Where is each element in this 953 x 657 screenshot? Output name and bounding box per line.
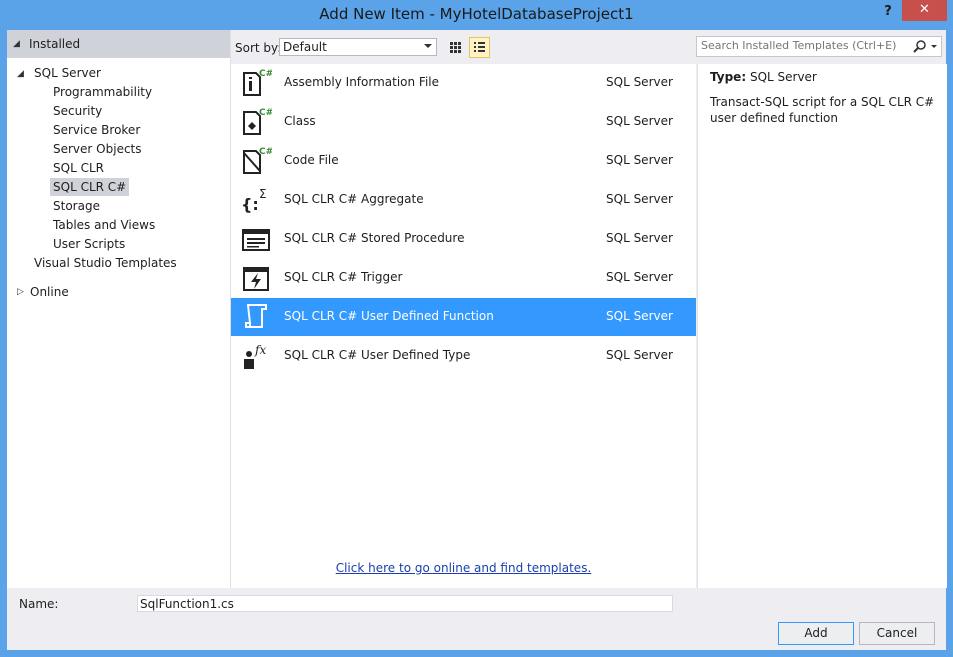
template-list: C# Assembly Information File SQL Server … <box>231 64 696 588</box>
add-new-item-dialog: Add New Item - MyHotelDatabaseProject1 ?… <box>0 0 953 657</box>
tree-item-sql-server[interactable]: SQL Server <box>31 64 104 82</box>
item-category: SQL Server <box>606 270 673 284</box>
grid-view-icon <box>450 42 461 53</box>
item-category: SQL Server <box>606 231 673 245</box>
list-item[interactable]: C# Assembly Information File SQL Server <box>231 64 696 102</box>
tree-item-storage[interactable]: Storage <box>50 197 103 215</box>
list-item[interactable]: C# Code File SQL Server <box>231 142 696 180</box>
tree-item-visual-studio-templates[interactable]: Visual Studio Templates <box>31 254 180 272</box>
expanded-triangle-icon[interactable]: ◢ <box>17 69 24 79</box>
svg-text:C#: C# <box>259 108 272 118</box>
tree-item-sql-clr[interactable]: SQL CLR <box>50 159 107 177</box>
tree-item-server-objects[interactable]: Server Objects <box>50 140 145 158</box>
svg-text:Σ: Σ <box>259 187 267 201</box>
expanded-triangle-icon[interactable]: ◢ <box>13 39 20 49</box>
list-view-icon <box>474 42 485 52</box>
sort-by-value: Default <box>283 40 327 54</box>
item-category: SQL Server <box>606 192 673 206</box>
name-input[interactable] <box>137 595 673 612</box>
class-icon: C# <box>243 108 272 135</box>
tree-item-security[interactable]: Security <box>50 102 105 120</box>
svg-text:fx: fx <box>254 343 266 357</box>
item-name: Code File <box>284 153 339 167</box>
list-item[interactable]: SQL CLR C# Stored Procedure SQL Server <box>231 220 696 258</box>
list-item[interactable]: C# Class SQL Server <box>231 103 696 141</box>
item-name: Assembly Information File <box>284 75 440 89</box>
tree-item-tables-and-views[interactable]: Tables and Views <box>50 216 158 234</box>
user-defined-type-icon: fx <box>244 343 266 369</box>
item-category: SQL Server <box>606 75 673 89</box>
search-box[interactable] <box>696 36 942 57</box>
item-name: SQL CLR C# User Defined Type <box>284 348 471 362</box>
window-title: Add New Item - MyHotelDatabaseProject1 <box>319 5 634 23</box>
list-item[interactable]: {: Σ SQL CLR C# Aggregate SQL Server <box>231 181 696 219</box>
user-defined-function-icon <box>245 304 267 328</box>
details-view-button[interactable] <box>469 37 490 58</box>
sort-by-label: Sort by: <box>235 41 282 55</box>
trigger-icon <box>243 267 269 291</box>
svg-text:C#: C# <box>259 147 272 157</box>
type-line: Type: SQL Server <box>710 70 817 84</box>
title-bar[interactable]: Add New Item - MyHotelDatabaseProject1 ?… <box>0 0 953 30</box>
close-button[interactable]: ✕ <box>902 0 947 21</box>
item-category: SQL Server <box>606 114 673 128</box>
sort-by-dropdown[interactable]: Default <box>279 38 437 56</box>
aggregate-icon: {: Σ <box>241 187 267 214</box>
type-value: SQL Server <box>749 70 817 84</box>
medium-icons-view-button[interactable] <box>445 37 466 58</box>
tree-item-service-broker[interactable]: Service Broker <box>50 121 143 139</box>
search-input[interactable] <box>701 39 901 52</box>
tree-item-programmability[interactable]: Programmability <box>50 83 155 101</box>
list-item[interactable]: fx SQL CLR C# User Defined Type SQL Serv… <box>231 337 696 375</box>
code-file-icon: C# <box>243 147 272 174</box>
item-name: SQL CLR C# Trigger <box>284 270 403 284</box>
name-label: Name: <box>19 597 59 611</box>
svg-text:{:: {: <box>241 195 259 214</box>
svg-text:C#: C# <box>259 69 272 79</box>
dialog-body: ◢ Installed ◢ SQL Server Programmability… <box>7 30 947 650</box>
tree-item-online[interactable]: Online <box>27 283 72 301</box>
assembly-info-icon: C# <box>243 69 272 96</box>
stored-procedure-icon <box>242 229 270 251</box>
tree-item-sql-clr-csharp[interactable]: SQL CLR C# <box>50 178 130 196</box>
installed-label: Installed <box>29 37 81 51</box>
item-name: SQL CLR C# Aggregate <box>284 192 424 206</box>
item-name: Class <box>284 114 316 128</box>
add-button[interactable]: Add <box>778 622 854 645</box>
item-category: SQL Server <box>606 348 673 362</box>
template-tree: ◢ Installed ◢ SQL Server Programmability… <box>7 30 231 588</box>
item-category: SQL Server <box>606 153 673 167</box>
collapsed-triangle-icon[interactable]: ▷ <box>17 287 24 297</box>
installed-node[interactable]: ◢ Installed <box>7 30 230 58</box>
search-icon[interactable] <box>913 40 927 54</box>
dropdown-arrow-icon <box>424 44 432 48</box>
type-label: Type: <box>710 70 747 84</box>
cancel-button[interactable]: Cancel <box>859 622 935 645</box>
item-name: SQL CLR C# User Defined Function <box>284 309 494 323</box>
details-panel: Type: SQL Server Transact-SQL script for… <box>697 64 947 588</box>
help-button[interactable]: ? <box>878 2 898 22</box>
list-item-selected[interactable]: SQL CLR C# User Defined Function SQL Ser… <box>231 298 696 336</box>
search-options-arrow-icon[interactable] <box>931 45 937 48</box>
item-name: SQL CLR C# Stored Procedure <box>284 231 465 245</box>
online-templates-link[interactable]: Click here to go online and find templat… <box>231 561 696 575</box>
list-item[interactable]: SQL CLR C# Trigger SQL Server <box>231 259 696 297</box>
tree-item-user-scripts[interactable]: User Scripts <box>50 235 128 253</box>
template-description: Transact-SQL script for a SQL CLR C# use… <box>710 95 935 125</box>
item-category: SQL Server <box>606 309 673 323</box>
